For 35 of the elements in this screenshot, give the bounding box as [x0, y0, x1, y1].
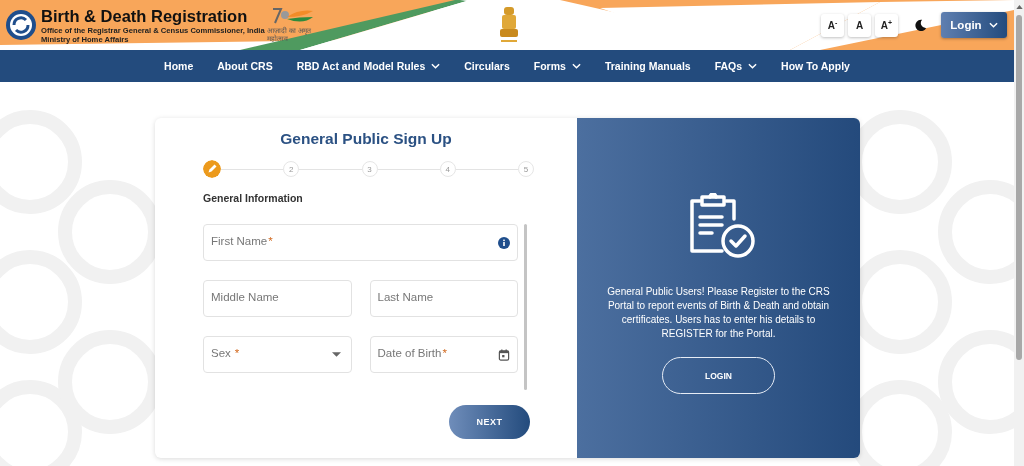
input-field[interactable]: Middle Name [203, 280, 352, 317]
input-field[interactable]: Last Name [369, 280, 518, 317]
section-heading: General Information [203, 192, 304, 204]
info-icon[interactable] [498, 236, 510, 249]
login-button[interactable]: Login [941, 12, 1007, 38]
site-title: Birth & Death Registration [41, 6, 249, 26]
chevron-down-icon [748, 63, 758, 69]
nav-item[interactable]: RBD Act and Model Rules [284, 60, 453, 72]
caret-icon [331, 352, 341, 357]
window-scrollbar[interactable] [1014, 0, 1024, 466]
scrollbar[interactable] [524, 224, 527, 390]
nav-item[interactable]: Circulars [452, 60, 522, 72]
font-size-button[interactable]: A$^{-}$ [821, 13, 844, 37]
form-title: General Public Sign Up [279, 130, 453, 148]
nav-item[interactable]: Home [152, 60, 206, 72]
calendar-icon[interactable] [498, 348, 510, 361]
font-size-button[interactable]: A [848, 13, 871, 37]
select-field[interactable]: Sex * [203, 336, 352, 373]
font-size-button[interactable]: A$^{+}$ [875, 13, 898, 37]
chevron-down-icon [571, 63, 581, 69]
nav-item[interactable]: FAQs [702, 60, 770, 72]
chevron-down-icon [988, 22, 998, 28]
logo-icon [5, 9, 37, 41]
chevron-down-icon [431, 63, 441, 69]
nav-item[interactable]: Forms [521, 60, 593, 72]
nav-item[interactable]: Training Manuals [592, 60, 703, 72]
nav-item[interactable]: How To Apply [769, 60, 862, 72]
scroll-up-arrow-icon[interactable] [1015, 5, 1023, 9]
emblem-icon [497, 5, 521, 45]
moon-icon[interactable] [914, 18, 927, 32]
next-button[interactable]: NEXT [449, 405, 530, 439]
input-field[interactable]: First Name* [203, 224, 518, 261]
nav-item[interactable]: About CRS [205, 60, 285, 72]
date-field[interactable]: Date of Birth* [369, 336, 518, 373]
info-message: General Public Users! Please Register to the CRS Portal to report events of Birth & Death and obtain certificates. Users has to enter his details to REGISTER for the Portal. [606, 285, 831, 341]
